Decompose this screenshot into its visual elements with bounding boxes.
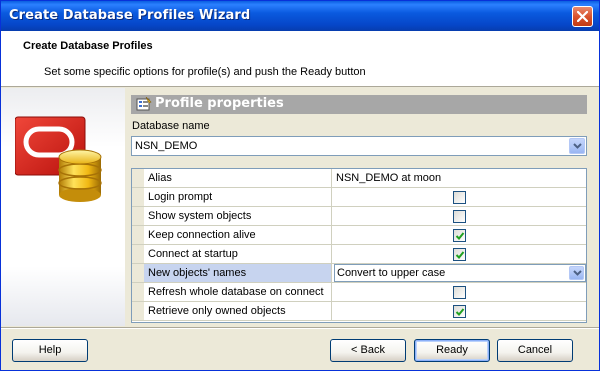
property-row-keep-connection-alive[interactable]: Keep connection alive [132, 226, 586, 245]
chevron-down-icon [573, 270, 582, 276]
cancel-button-label: Cancel [517, 344, 553, 356]
property-row-connect-at-startup[interactable]: Connect at startup [132, 245, 586, 264]
property-value [333, 283, 586, 301]
database-logo-icon [15, 116, 102, 202]
cancel-button[interactable]: Cancel [497, 339, 573, 362]
property-value[interactable]: NSN_DEMO at moon [333, 169, 586, 187]
row-indicator [132, 207, 144, 225]
row-indicator [132, 188, 144, 206]
back-button[interactable]: < Back [330, 339, 406, 362]
row-indicator [132, 169, 144, 187]
login-prompt-checkbox[interactable] [453, 191, 466, 204]
row-indicator [132, 226, 144, 244]
property-row-new-objects-names[interactable]: New objects' names Convert to upper case [132, 264, 586, 283]
property-name: Alias [144, 169, 332, 187]
database-name-select[interactable]: NSN_DEMO [131, 136, 587, 156]
property-value [333, 226, 586, 244]
property-row-refresh-whole-database[interactable]: Refresh whole database on connect [132, 283, 586, 302]
title-bar[interactable]: Create Database Profiles Wizard [1, 1, 599, 31]
property-row-show-system-objects[interactable]: Show system objects [132, 207, 586, 226]
retrieve-only-owned-checkbox[interactable] [453, 305, 466, 318]
show-system-objects-checkbox[interactable] [453, 210, 466, 223]
profile-properties-header: Profile properties [131, 95, 587, 114]
property-name: Show system objects [144, 207, 332, 225]
checkmark-icon [455, 251, 465, 259]
property-name: New objects' names [144, 264, 332, 282]
property-value: Convert to upper case [333, 264, 586, 282]
property-value [333, 188, 586, 206]
database-name-value: NSN_DEMO [135, 140, 198, 152]
properties-grid: Alias NSN_DEMO at moon Login prompt Show… [131, 168, 587, 323]
new-objects-names-dropdown-button[interactable] [569, 266, 584, 280]
keep-connection-alive-checkbox[interactable] [453, 229, 466, 242]
chevron-down-icon [573, 143, 582, 149]
property-value [333, 302, 586, 320]
database-name-label: Database name [132, 120, 210, 132]
checkmark-icon [455, 232, 465, 240]
row-indicator [132, 302, 144, 320]
back-button-label: < Back [351, 344, 385, 356]
ready-button-label: Ready [436, 344, 468, 356]
property-name: Retrieve only owned objects [144, 302, 332, 320]
help-button-label: Help [38, 344, 62, 356]
row-indicator [132, 264, 144, 282]
wizard-window: Create Database Profiles Wizard Create D… [0, 0, 600, 371]
checkmark-icon [455, 308, 465, 316]
property-name: Login prompt [144, 188, 332, 206]
new-objects-names-value: Convert to upper case [337, 267, 446, 279]
property-name: Refresh whole database on connect [144, 283, 332, 301]
ready-button[interactable]: Ready [414, 339, 490, 362]
header-title: Create Database Profiles [23, 40, 153, 52]
properties-icon [136, 97, 152, 111]
window-title: Create Database Profiles Wizard [9, 8, 251, 23]
wizard-header: Create Database Profiles Set some specif… [1, 31, 599, 87]
property-row-alias[interactable]: Alias NSN_DEMO at moon [132, 169, 586, 188]
help-button[interactable]: Help [12, 339, 88, 362]
close-icon [577, 11, 588, 22]
property-value [333, 245, 586, 263]
close-button[interactable] [572, 6, 593, 27]
database-name-dropdown-button[interactable] [569, 138, 585, 154]
row-indicator [132, 283, 144, 301]
header-subtitle: Set some specific options for profile(s)… [44, 66, 366, 78]
refresh-whole-database-checkbox[interactable] [453, 286, 466, 299]
new-objects-names-select[interactable]: Convert to upper case [334, 264, 586, 282]
property-value [333, 207, 586, 225]
section-title: Profile properties [155, 96, 284, 111]
property-row-retrieve-only-owned[interactable]: Retrieve only owned objects [132, 302, 586, 321]
connect-at-startup-checkbox[interactable] [453, 248, 466, 261]
side-panel [1, 88, 125, 326]
footer-divider [1, 327, 599, 329]
property-name: Connect at startup [144, 245, 332, 263]
property-row-login-prompt[interactable]: Login prompt [132, 188, 586, 207]
property-name: Keep connection alive [144, 226, 332, 244]
row-indicator [132, 245, 144, 263]
database-name-label-text: Database name [132, 120, 210, 132]
